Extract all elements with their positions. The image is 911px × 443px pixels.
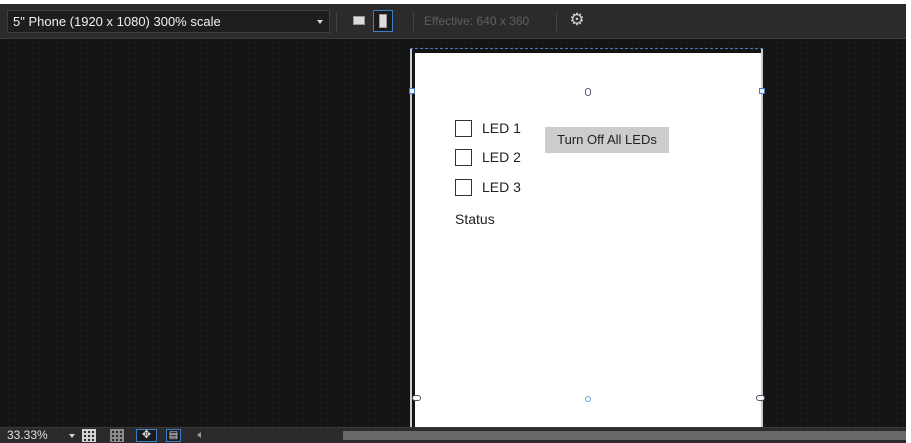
resize-handle-top-right[interactable] — [759, 88, 765, 94]
designer-statusbar: 33.33% ✥ ▤ — [0, 427, 906, 443]
selection-top-edge — [410, 48, 763, 49]
resize-handle-top-left[interactable] — [409, 88, 415, 94]
scroll-left-icon[interactable] — [197, 432, 201, 438]
toolbar-divider — [556, 12, 557, 31]
device-preview-select[interactable]: 5" Phone (1920 x 1080) 300% scale — [7, 10, 330, 33]
checkbox-box — [455, 120, 472, 137]
scrollbar-thumb[interactable] — [343, 431, 906, 440]
chevron-down-icon[interactable] — [69, 434, 75, 438]
xaml-designer: 5" Phone (1920 x 1080) 300% scale Effect… — [0, 0, 911, 443]
phone-artboard[interactable] — [415, 53, 761, 427]
center-anchor-handle[interactable] — [585, 396, 591, 402]
snap-to-snaplines-icon[interactable]: ▤ — [166, 429, 181, 442]
landscape-orientation-icon — [353, 16, 365, 25]
landscape-button[interactable] — [349, 10, 369, 32]
grid-icon[interactable] — [82, 429, 96, 442]
grid-icon[interactable] — [110, 429, 124, 442]
resize-handle-left[interactable] — [412, 395, 421, 401]
chevron-down-icon — [317, 20, 323, 24]
artboard-right-edge — [761, 48, 763, 427]
checkbox-label: LED 2 — [482, 149, 521, 165]
toolbar-divider — [336, 12, 337, 31]
checkbox-label: LED 1 — [482, 120, 521, 136]
snap-to-gridlines-icon[interactable]: ✥ — [136, 429, 157, 442]
portrait-orientation-icon — [379, 14, 387, 28]
effective-resolution-label: Effective: 640 x 360 — [424, 14, 530, 28]
status-textblock[interactable]: Status — [455, 211, 495, 227]
horizontal-scrollbar[interactable] — [206, 428, 906, 443]
resize-handle-top[interactable] — [585, 88, 591, 96]
artboard-left-edge — [410, 48, 412, 427]
turn-off-all-leds-button[interactable]: Turn Off All LEDs — [545, 127, 669, 153]
checkbox-label: LED 3 — [482, 179, 521, 195]
designer-toolbar: 5" Phone (1920 x 1080) 300% scale Effect… — [0, 4, 906, 39]
resize-handle-right[interactable] — [756, 395, 765, 401]
gear-icon[interactable]: ⚙ — [568, 11, 586, 29]
checkbox-box — [455, 179, 472, 196]
zoom-level[interactable]: 33.33% — [7, 428, 48, 443]
device-preview-label: 5" Phone (1920 x 1080) 300% scale — [13, 14, 221, 29]
portrait-button[interactable] — [373, 10, 393, 32]
checkbox-box — [455, 149, 472, 166]
toolbar-divider — [413, 12, 414, 31]
